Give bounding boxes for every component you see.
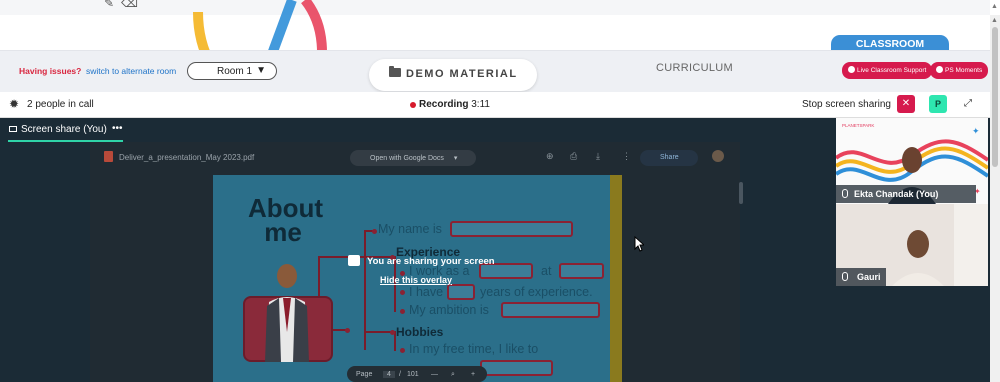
slide-blank-company bbox=[559, 263, 604, 279]
presenter-photo bbox=[265, 264, 309, 362]
scroll-up-icon[interactable]: ▲ bbox=[991, 17, 998, 24]
recording-label: Recording bbox=[419, 99, 469, 110]
share-screen-icon bbox=[348, 255, 360, 266]
slide-years-suffix: years of experience. bbox=[480, 285, 593, 299]
stop-sharing-label: Stop screen sharing bbox=[802, 99, 891, 110]
page-label: Page bbox=[356, 371, 373, 378]
slide-free-time-line: In my free time, I like to bbox=[409, 342, 539, 356]
open-with-label: Open with Google Docs bbox=[370, 155, 444, 162]
hide-overlay-link[interactable]: Hide this overlay bbox=[380, 275, 452, 285]
demo-material-button[interactable]: DEMO MATERIAL bbox=[369, 59, 537, 91]
pdf-file-name: Deliver_a_presentation_May 2023.pdf bbox=[119, 153, 255, 162]
mindmap-node bbox=[372, 229, 377, 234]
screen-icon bbox=[9, 126, 17, 132]
people-count: 2 people in call bbox=[27, 99, 94, 110]
svg-text:✦: ✦ bbox=[972, 126, 980, 136]
screen-share-tab-label: Screen share (You) bbox=[21, 124, 107, 135]
sharing-overlay-title: You are sharing your screen bbox=[367, 256, 495, 267]
mindmap-node bbox=[400, 348, 405, 353]
slide-work-at: at bbox=[541, 264, 552, 278]
page-total: 101 bbox=[407, 371, 419, 378]
zoom-out-icon[interactable]: — bbox=[431, 371, 438, 378]
mic-icon bbox=[842, 272, 848, 281]
mindmap-node bbox=[345, 328, 350, 333]
brand-logo: PLANETSPARK bbox=[842, 123, 874, 128]
slide-blank-name bbox=[450, 221, 573, 237]
demo-material-label: DEMO MATERIAL bbox=[406, 68, 518, 80]
close-icon: ✕ bbox=[901, 98, 911, 109]
room-select[interactable]: Room 1 ▼ bbox=[187, 62, 277, 80]
share-button[interactable]: Share bbox=[640, 150, 698, 166]
support-icon bbox=[848, 66, 855, 73]
camera-icon bbox=[936, 66, 943, 73]
download-icon[interactable]: ⤓ bbox=[596, 151, 600, 162]
app-root: ✎ ⌫ CLASSROOM Having issues? switch to a… bbox=[0, 0, 1000, 382]
alternate-room-link[interactable]: switch to alternate room bbox=[86, 66, 176, 76]
scroll-up-arrow-icon[interactable]: ▲ bbox=[991, 3, 998, 10]
gear-icon[interactable]: ✹ bbox=[9, 97, 19, 111]
mouse-cursor-icon bbox=[634, 236, 644, 252]
curriculum-tab[interactable]: CURRICULUM bbox=[656, 62, 733, 74]
zoom-icon[interactable]: ⌕ bbox=[451, 371, 455, 379]
participant-badge[interactable]: P bbox=[929, 95, 947, 113]
slide-name-line: My name is bbox=[378, 222, 442, 236]
pencil-icon[interactable]: ✎ bbox=[104, 0, 114, 10]
mindmap-node bbox=[400, 309, 405, 314]
ps-moments-button[interactable]: PS Moments bbox=[930, 62, 989, 79]
dropdown-arrow-icon: ▼ bbox=[256, 65, 266, 76]
open-with-google-docs-button[interactable]: Open with Google Docs ▾ bbox=[350, 150, 476, 166]
recording-status: Recording 3:11 bbox=[419, 99, 490, 110]
slide-blank-years bbox=[447, 284, 475, 300]
folder-icon bbox=[389, 66, 401, 77]
participant-name-gauri: Gauri bbox=[857, 272, 881, 282]
page-edge-stripe bbox=[610, 175, 622, 382]
mindmap-connector bbox=[318, 256, 320, 296]
more-vert-icon[interactable]: ⋮ bbox=[622, 151, 631, 162]
slide-title-line2: me bbox=[264, 217, 302, 247]
page-scrollbar[interactable]: ▲ bbox=[990, 15, 1000, 382]
mindmap-node bbox=[390, 330, 395, 335]
slide-blank-hobby bbox=[480, 360, 553, 376]
page-number-input[interactable]: 4 bbox=[383, 371, 395, 378]
share-label: Share bbox=[660, 154, 679, 161]
ps-moments-label: PS Moments bbox=[945, 67, 983, 74]
account-avatar[interactable] bbox=[712, 150, 724, 162]
print-icon[interactable]: ⎙ bbox=[570, 151, 577, 162]
having-issues-label: Having issues? bbox=[19, 66, 82, 76]
eraser-icon[interactable]: ⌫ bbox=[121, 0, 138, 10]
slide-years-line: I have bbox=[409, 285, 444, 299]
live-support-button[interactable]: Live Classroom Support bbox=[842, 62, 933, 79]
live-support-label: Live Classroom Support bbox=[857, 67, 927, 74]
annotation-toolbar: ✎ ⌫ bbox=[0, 0, 990, 15]
page-separator: / bbox=[399, 371, 401, 378]
slide-blank-ambition bbox=[501, 302, 600, 318]
mindmap-node bbox=[400, 290, 405, 295]
slide-title: About me bbox=[248, 195, 323, 247]
pdf-file-icon bbox=[104, 151, 113, 162]
pdf-page-controls: Page 4 / 101 — ⌕ + bbox=[347, 366, 487, 382]
recording-time: 3:11 bbox=[471, 99, 490, 110]
pdf-scrollbar[interactable] bbox=[739, 182, 743, 204]
slide-hobbies-heading: Hobbies bbox=[396, 325, 444, 339]
slide-ambition-line: My ambition is bbox=[409, 303, 489, 317]
chevron-down-icon: ▾ bbox=[453, 155, 458, 162]
recording-dot-icon bbox=[410, 102, 416, 108]
zoom-in-icon[interactable]: + bbox=[471, 371, 475, 378]
scroll-thumb[interactable] bbox=[992, 27, 998, 167]
fullscreen-icon[interactable]: ⤢ bbox=[959, 95, 977, 113]
add-comment-icon[interactable]: ⊕ bbox=[546, 151, 554, 162]
participant-name-self: Ekta Chandak (You) bbox=[854, 189, 939, 199]
room-select-value: Room 1 bbox=[217, 66, 253, 77]
stop-sharing-button[interactable]: ✕ bbox=[897, 95, 915, 113]
mic-icon bbox=[842, 189, 848, 198]
screen-share-tab[interactable]: Screen share (You) bbox=[9, 124, 107, 135]
more-options-icon[interactable]: ••• bbox=[112, 123, 123, 134]
